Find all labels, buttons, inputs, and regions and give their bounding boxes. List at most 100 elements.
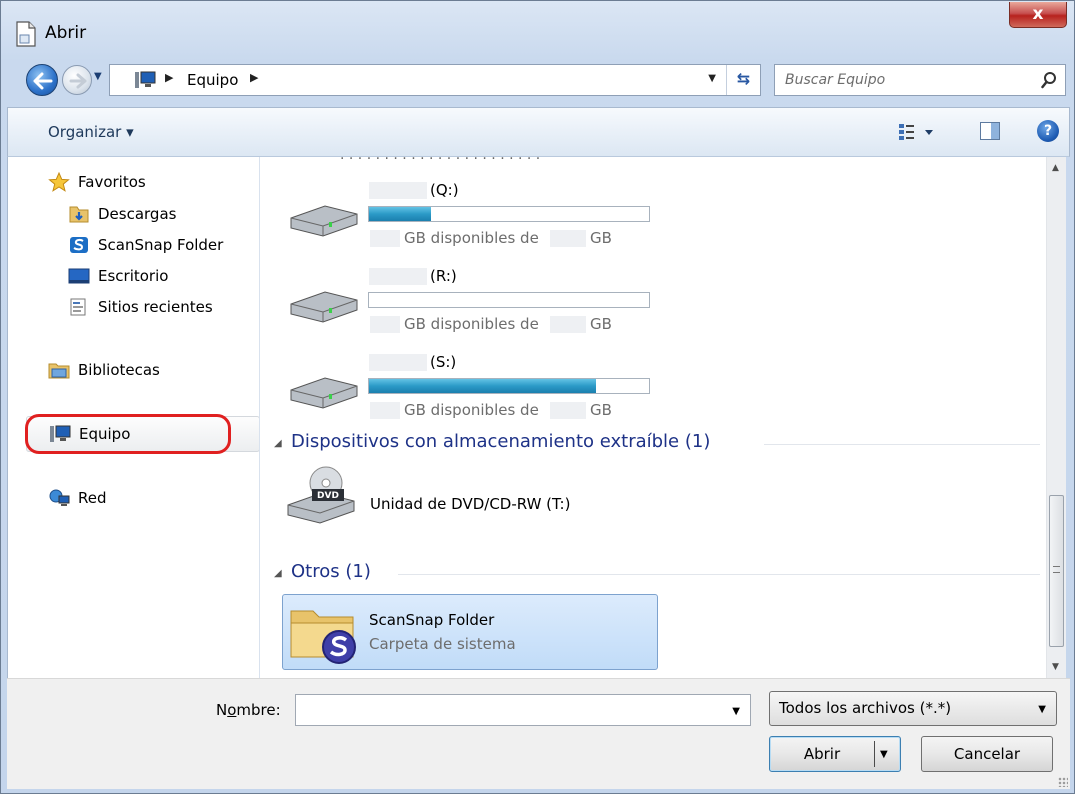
drive-r[interactable]: (R:) GB disponibles de GB [284, 265, 664, 351]
recent-pages-dropdown-icon[interactable]: ▼ [94, 71, 106, 87]
nav-item-scansnap-folder[interactable]: ScanSnap Folder [68, 232, 248, 260]
nav-item-downloads[interactable]: Descargas [68, 201, 248, 229]
group-header-label: Otros (1) [291, 561, 371, 582]
breadcrumb-separator-icon[interactable]: ▶ [250, 71, 258, 84]
dvd-drive-icon: DVD [287, 466, 355, 524]
vertical-scrollbar[interactable]: ▲ ▼ [1046, 157, 1066, 678]
nav-favorites[interactable]: Favoritos [48, 169, 248, 197]
file-name-input[interactable] [300, 700, 720, 720]
nav-network-label: Red [78, 489, 107, 507]
chevron-down-icon[interactable]: ▼ [1038, 704, 1046, 715]
drive-name-redacted [369, 182, 427, 199]
free-space-redacted [370, 316, 400, 333]
address-dropdown-icon[interactable]: ▼ [708, 73, 716, 84]
group-header-label: Dispositivos con almacenamiento extraíbl… [291, 431, 711, 452]
help-icon[interactable]: ? [1037, 120, 1059, 142]
partially-hidden-row: · · · · · · · · · · · · · · · · · · · · … [340, 157, 541, 167]
navigation-row: ▼ ▶ Equipo ▶ ▼ ⇆ [1, 61, 1074, 99]
group-divider [398, 574, 1040, 575]
total-space-redacted [550, 316, 586, 333]
change-view-button[interactable] [898, 121, 938, 143]
folder-type: Carpeta de sistema [369, 635, 516, 653]
dvd-drive[interactable]: DVD Unidad de DVD/CD-RW (T:) [284, 465, 664, 529]
nav-item-desktop[interactable]: Escritorio [68, 263, 248, 291]
nav-item-label: Escritorio [98, 267, 169, 285]
grip-icon [1053, 566, 1060, 573]
drive-usage-bar [368, 292, 650, 308]
network-icon [49, 489, 70, 506]
free-space-redacted [370, 402, 400, 419]
scrollbar-thumb[interactable] [1049, 495, 1064, 647]
breadcrumb-equipo[interactable]: Equipo [187, 71, 238, 89]
organize-menu[interactable]: Organizar ▾ [48, 123, 134, 141]
drive-name-redacted [369, 268, 427, 285]
group-header-removable[interactable]: ◢ Dispositivos con almacenamiento extraí… [274, 431, 1040, 457]
resize-grip-icon[interactable] [1058, 777, 1068, 787]
drive-s[interactable]: (S:) GB disponibles de GB [284, 351, 664, 437]
dvd-badge: DVD [317, 491, 339, 501]
drive-usage-bar [368, 378, 650, 394]
scansnap-icon [70, 237, 88, 253]
open-dialog: Abrir x ▼ ▶ Equipo ▶ ▼ ⇆ Buscar Equipo O… [0, 0, 1075, 794]
scroll-down-icon[interactable]: ▼ [1052, 662, 1059, 672]
collapse-triangle-icon[interactable]: ◢ [274, 438, 282, 449]
drive-usage-fill [369, 207, 431, 221]
close-button[interactable]: x [1009, 2, 1067, 28]
forward-button[interactable] [62, 65, 92, 95]
free-space-label: GB disponibles de [404, 315, 539, 333]
scansnap-folder-icon [290, 610, 356, 664]
group-divider [764, 444, 1040, 445]
open-button[interactable]: Abrir ▼ [769, 736, 901, 772]
nav-item-recent-places[interactable]: Sitios recientes [68, 294, 248, 322]
back-button[interactable] [26, 64, 58, 96]
search-box[interactable] [774, 64, 1066, 96]
desktop-icon [68, 268, 90, 284]
search-input[interactable] [785, 70, 1025, 90]
drive-usage-fill [369, 379, 596, 393]
search-icon[interactable] [1041, 71, 1057, 89]
drive-q[interactable]: (Q:) GB disponibles de GB [284, 179, 664, 265]
file-type-select[interactable]: Todos los archivos (*.*) ▼ [769, 691, 1057, 726]
file-name-combo[interactable]: ▼ [295, 694, 751, 726]
nav-libraries[interactable]: Bibliotecas [48, 357, 248, 385]
command-bar: Organizar ▾ ? [7, 107, 1070, 157]
hard-drive-icon [290, 377, 358, 409]
split-divider [874, 741, 875, 767]
title-bar[interactable]: Abrir x [1, 1, 1074, 56]
arrow-right-icon [69, 73, 87, 89]
scansnap-folder-item[interactable]: ScanSnap Folder Carpeta de sistema [282, 594, 658, 670]
open-button-label: Abrir [803, 745, 841, 763]
computer-icon [135, 71, 156, 88]
drive-letter: (Q:) [430, 181, 459, 199]
file-type-value: Todos los archivos (*.*) [779, 699, 952, 717]
document-icon [16, 21, 36, 47]
drive-name-redacted [369, 354, 427, 371]
refresh-button[interactable]: ⇆ [726, 65, 760, 95]
scroll-up-icon[interactable]: ▲ [1052, 163, 1059, 173]
open-options-dropdown-icon[interactable]: ▼ [880, 738, 888, 772]
cancel-button[interactable]: Cancelar [921, 736, 1053, 772]
capacity-unit: GB [590, 401, 612, 419]
hard-drive-icon [290, 291, 358, 323]
nav-favorites-label: Favoritos [78, 173, 146, 191]
free-space-redacted [370, 230, 400, 247]
breadcrumb-separator-icon[interactable]: ▶ [165, 71, 173, 84]
nav-network[interactable]: Red [48, 485, 248, 513]
file-name-label-post: mbre: [236, 701, 281, 719]
free-space-label: GB disponibles de [404, 229, 539, 247]
address-bar[interactable]: ▶ Equipo ▶ ▼ ⇆ [109, 64, 761, 96]
collapse-triangle-icon[interactable]: ◢ [274, 568, 282, 579]
file-name-label-pre: N [216, 701, 228, 719]
navigation-pane: Favoritos Descargas ScanSnap Folder Escr… [7, 157, 260, 678]
chevron-down-icon[interactable]: ▼ [732, 706, 740, 717]
capacity-unit: GB [590, 229, 612, 247]
preview-pane-button[interactable] [980, 122, 1000, 140]
libraries-icon [48, 363, 70, 379]
drive-letter: (S:) [430, 353, 457, 371]
nav-libraries-label: Bibliotecas [78, 361, 160, 379]
selection-highlight-ring [25, 414, 231, 454]
group-header-other[interactable]: ◢ Otros (1) [274, 561, 1040, 587]
nav-item-label: ScanSnap Folder [98, 236, 224, 254]
free-space-label: GB disponibles de [404, 401, 539, 419]
view-options-icon [899, 124, 933, 140]
